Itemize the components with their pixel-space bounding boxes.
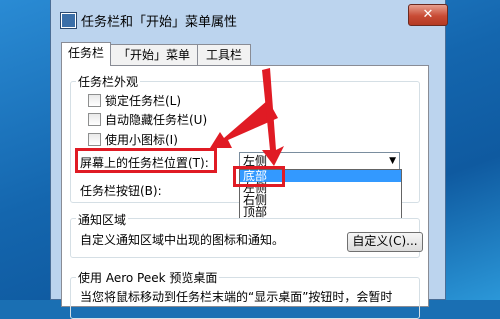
notification-group-label: 通知区域 <box>76 211 129 228</box>
checkbox-label: 自动隐藏任务栏(U) <box>105 113 208 127</box>
checkbox-label: 锁定任务栏(L) <box>105 94 182 108</box>
customize-button[interactable]: 自定义(C)... <box>347 232 423 252</box>
close-button[interactable]: ✕ <box>408 4 448 26</box>
checkbox-box[interactable] <box>88 94 101 107</box>
notification-description: 自定义通知区域中出现的图标和通知。 <box>80 233 285 247</box>
checkbox-label: 使用小图标(I) <box>105 133 178 147</box>
window-icon <box>61 13 76 28</box>
title-bar[interactable]: 任务栏和「开始」菜单属性 ✕ <box>51 0 448 38</box>
annotation-box-position-label <box>75 148 217 173</box>
chevron-down-icon[interactable]: ▼ <box>389 153 396 169</box>
taskbar-buttons-label: 任务栏按钮(B): <box>80 184 162 198</box>
tab-taskbar[interactable]: 任务栏 <box>61 42 111 66</box>
checkbox-box[interactable] <box>88 113 101 126</box>
aero-peek-description: 当您将鼠标移动到任务栏末端的“显示桌面”按钮时，会暂时 <box>80 290 393 304</box>
dropdown-option-top[interactable]: 顶部 <box>240 206 401 218</box>
appearance-group-label: 任务栏外观 <box>76 73 141 90</box>
aero-peek-group-label: 使用 Aero Peek 预览桌面 <box>76 269 220 286</box>
checkbox-box[interactable] <box>88 133 101 146</box>
tab-start-menu[interactable]: 「开始」菜单 <box>110 44 198 66</box>
window-title: 任务栏和「开始」菜单属性 <box>81 15 238 30</box>
lock-taskbar-checkbox[interactable]: 锁定任务栏(L) <box>88 92 181 108</box>
small-icons-checkbox[interactable]: 使用小图标(I) <box>88 131 178 147</box>
annotation-box-bottom-option <box>233 166 285 187</box>
tab-toolbars[interactable]: 工具栏 <box>197 44 251 66</box>
auto-hide-checkbox[interactable]: 自动隐藏任务栏(U) <box>88 111 207 127</box>
